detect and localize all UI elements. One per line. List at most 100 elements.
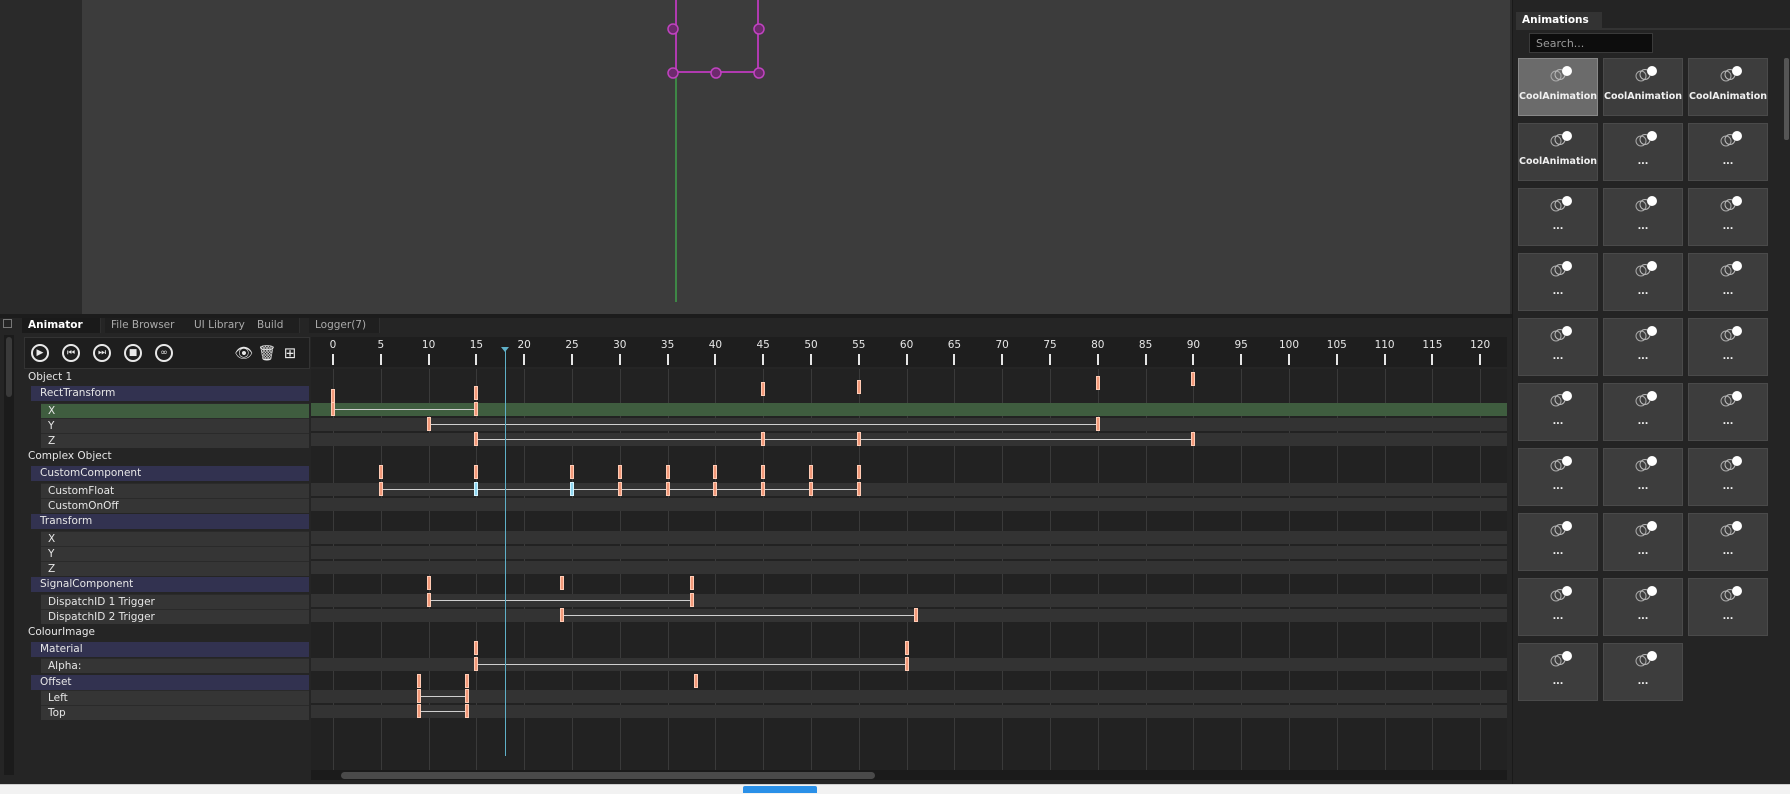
playhead[interactable]	[505, 348, 507, 756]
tree-item[interactable]: Y	[41, 546, 309, 561]
animation-card[interactable]: CoolAnimation3	[1688, 58, 1768, 116]
animation-card[interactable]: ...	[1688, 123, 1768, 181]
animation-card[interactable]: ...	[1518, 643, 1598, 701]
keyframe[interactable]	[617, 465, 622, 479]
scene-viewport[interactable]	[82, 0, 1510, 314]
animation-card[interactable]: ...	[1688, 188, 1768, 246]
animation-card[interactable]: ...	[1688, 383, 1768, 441]
animation-card[interactable]: ...	[1518, 318, 1598, 376]
keyframe[interactable]	[904, 657, 909, 671]
keyframe[interactable]	[914, 608, 919, 622]
keyframe[interactable]	[694, 674, 699, 688]
keyframe[interactable]	[464, 689, 469, 703]
timeline-ruler[interactable]: 0 5 10 15 20 25 30 35 40 45 50 55 60 65 70 75 80 85 90 95 10…	[311, 337, 1507, 367]
keyframe[interactable]	[426, 417, 431, 431]
keyframe[interactable]	[474, 657, 479, 671]
keyframe[interactable]	[378, 482, 383, 496]
keyframe[interactable]	[761, 482, 766, 496]
tab-logger[interactable]: Logger(7)	[309, 318, 380, 333]
tree-item[interactable]: Alpha:	[41, 658, 309, 673]
tree-item[interactable]: DispatchID 2 Trigger	[41, 609, 309, 624]
tree-item[interactable]: CustomOnOff	[41, 498, 309, 513]
keyframe[interactable]	[809, 482, 813, 496]
stop-icon[interactable]: ■	[124, 344, 142, 362]
keyframe[interactable]	[560, 576, 565, 590]
keyframe[interactable]	[417, 674, 422, 688]
tree-item[interactable]: ColourImage	[24, 625, 309, 640]
animation-card[interactable]: ...	[1688, 448, 1768, 506]
animation-card[interactable]: CoolAnimation2	[1603, 58, 1683, 116]
tree-item[interactable]: Object 1	[24, 370, 309, 385]
keyframe[interactable]	[474, 482, 479, 496]
scrollbar-thumb[interactable]	[6, 337, 12, 397]
keyframe[interactable]	[464, 704, 469, 718]
tree-item[interactable]: CustomFloat	[41, 483, 309, 498]
panel-minimize-icon[interactable]	[3, 319, 12, 328]
skip-forward-icon[interactable]: ⏭	[93, 344, 111, 362]
skip-back-icon[interactable]: ⏮	[62, 344, 80, 362]
scrollbar-thumb[interactable]	[341, 772, 875, 779]
tree-item[interactable]: Transform	[31, 514, 309, 529]
animation-card[interactable]: CoolAnimation	[1518, 58, 1598, 116]
keyframe[interactable]	[417, 704, 422, 718]
keyframe[interactable]	[904, 641, 909, 655]
keyframe[interactable]	[417, 689, 422, 703]
tab-ui-library[interactable]: UI Library	[188, 318, 257, 333]
play-icon[interactable]: ▶	[31, 344, 49, 362]
tree-item[interactable]: X	[41, 403, 309, 418]
track-lane[interactable]	[311, 498, 1507, 511]
track-lane[interactable]	[311, 403, 1507, 416]
loop-icon[interactable]: ∞	[155, 344, 173, 362]
keyframe[interactable]	[809, 465, 813, 479]
track-lane[interactable]	[311, 561, 1507, 574]
tab-build[interactable]: Build	[251, 318, 300, 333]
tree-item[interactable]: Y	[41, 418, 309, 433]
animation-card[interactable]: CoolAnimation4	[1518, 123, 1598, 181]
keyframe[interactable]	[1191, 432, 1196, 446]
keyframe[interactable]	[331, 389, 335, 403]
keyframe[interactable]	[761, 465, 766, 479]
tree-item[interactable]: RectTransform	[31, 386, 309, 401]
keyframe[interactable]	[331, 402, 335, 416]
keyframe[interactable]	[426, 576, 431, 590]
keyframe[interactable]	[856, 432, 861, 446]
tree-item[interactable]: Top	[41, 705, 309, 720]
keyframe[interactable]	[426, 593, 431, 607]
animation-card[interactable]: ...	[1688, 513, 1768, 571]
keyframe[interactable]	[474, 465, 479, 479]
keyframe[interactable]	[665, 465, 670, 479]
animations-scrollbar[interactable]	[1784, 58, 1789, 140]
animation-card[interactable]: ...	[1603, 448, 1683, 506]
keyframe[interactable]	[856, 380, 861, 394]
track-lane[interactable]	[311, 690, 1507, 703]
keyframe[interactable]	[689, 576, 694, 590]
tree-item[interactable]: CustomComponent	[31, 466, 309, 481]
animation-card[interactable]: ...	[1603, 578, 1683, 636]
tree-item[interactable]: Z	[41, 561, 309, 576]
tree-scrollbar[interactable]	[4, 335, 14, 775]
animation-card[interactable]: ...	[1603, 318, 1683, 376]
keyframe[interactable]	[464, 674, 469, 688]
tab-animations[interactable]: Animations	[1516, 12, 1602, 28]
trash-icon[interactable]: 🗑	[257, 344, 277, 362]
keyframe[interactable]	[474, 641, 479, 655]
tree-item[interactable]: SignalComponent	[31, 577, 309, 592]
animation-card[interactable]: ...	[1688, 578, 1768, 636]
keyframe[interactable]	[1191, 372, 1196, 386]
animation-card[interactable]: ...	[1518, 448, 1598, 506]
animation-card[interactable]: ...	[1603, 513, 1683, 571]
add-key-icon[interactable]: ⊞	[280, 344, 300, 362]
animation-card[interactable]: ...	[1603, 253, 1683, 311]
keyframe[interactable]	[856, 482, 861, 496]
keyframe[interactable]	[761, 432, 766, 446]
keyframe[interactable]	[1095, 417, 1100, 431]
keyframe[interactable]	[713, 465, 718, 479]
tree-item[interactable]: Z	[41, 433, 309, 448]
tree-item[interactable]: X	[41, 531, 309, 546]
animation-card[interactable]: ...	[1603, 188, 1683, 246]
keyframe[interactable]	[474, 402, 479, 416]
timeline-tracks[interactable]	[311, 369, 1507, 770]
keyframe[interactable]	[856, 465, 861, 479]
animation-card[interactable]: ...	[1603, 643, 1683, 701]
tree-item[interactable]: Offset	[31, 675, 309, 690]
